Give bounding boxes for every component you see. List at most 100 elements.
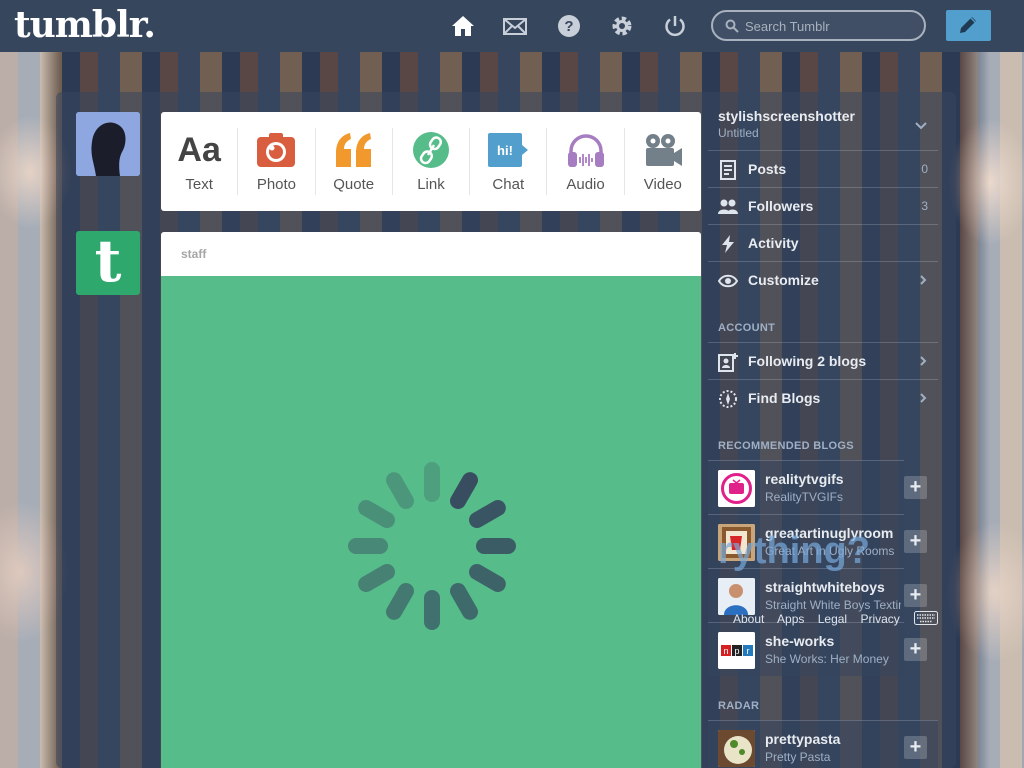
post-quote-button[interactable]: Quote xyxy=(316,128,393,195)
chat-icon: hi! xyxy=(470,130,546,170)
post-type-label: Quote xyxy=(333,176,375,193)
sidebar-item-label: Posts xyxy=(748,161,787,177)
footer-link-about[interactable]: About xyxy=(733,612,764,626)
loading-spinner-icon xyxy=(348,462,516,630)
spinner-spoke xyxy=(469,500,506,528)
svg-text:n: n xyxy=(723,646,728,656)
post-text-button[interactable]: Aa Text xyxy=(161,128,239,195)
account-heading: ACCOUNT xyxy=(718,322,776,334)
sidebar-item-find-blogs[interactable]: Find Blogs xyxy=(708,379,938,416)
spinner-spoke xyxy=(424,462,440,502)
recommended-blog[interactable]: npr she-works She Works: Her Money xyxy=(708,622,904,676)
blog-name: realitytvgifs xyxy=(765,471,844,487)
sidebar-item-following[interactable]: Following 2 blogs xyxy=(708,342,938,379)
tumblr-logo[interactable]: tumblr. xyxy=(14,4,156,46)
video-camera-icon xyxy=(625,130,701,170)
post-chat-button[interactable]: hi! Chat xyxy=(470,128,548,195)
sidebar-item-label: Activity xyxy=(748,235,799,251)
spinner-spoke xyxy=(450,472,478,509)
keyboard-icon[interactable] xyxy=(914,611,938,625)
blog-name: prettypasta xyxy=(765,731,841,747)
footer-links: About Apps Legal Privacy xyxy=(733,612,910,626)
blog-title: Straight White Boys Texting xyxy=(765,598,901,612)
gear-icon[interactable] xyxy=(610,14,634,38)
sidebar-item-customize[interactable]: Customize xyxy=(708,261,938,298)
post-photo-button[interactable]: Photo xyxy=(238,128,316,195)
svg-text:p: p xyxy=(734,646,739,656)
spinner-spoke xyxy=(424,590,440,630)
npr-logo-icon: npr xyxy=(718,632,755,669)
spinner-spoke xyxy=(386,583,414,620)
chevron-right-icon xyxy=(920,356,927,366)
chevron-right-icon xyxy=(920,393,927,403)
post-audio-button[interactable]: Audio xyxy=(547,128,625,195)
post-author[interactable]: staff xyxy=(161,232,701,276)
blog-avatar xyxy=(718,470,755,507)
post-link-button[interactable]: Link xyxy=(393,128,471,195)
help-icon[interactable]: ? xyxy=(557,14,581,38)
sidebar-item-label: Find Blogs xyxy=(748,390,821,406)
dashboard-post: staff xyxy=(161,232,701,768)
search-input[interactable] xyxy=(745,17,915,35)
blog-title: RealityTVGIFs xyxy=(765,490,844,504)
post-type-label: Link xyxy=(417,176,445,193)
power-icon[interactable] xyxy=(663,14,687,38)
posts-icon xyxy=(720,160,736,180)
chevron-down-icon[interactable] xyxy=(914,119,928,133)
sidebar-item-followers[interactable]: Followers 3 xyxy=(708,187,938,224)
follow-button[interactable]: + xyxy=(904,476,927,499)
person-photo-icon xyxy=(718,578,755,615)
footer-link-apps[interactable]: Apps xyxy=(777,612,804,626)
spinner-spoke xyxy=(358,564,395,592)
footer-link-privacy[interactable]: Privacy xyxy=(860,612,899,626)
sidebar-item-activity[interactable]: Activity xyxy=(708,224,938,261)
blog-name: straightwhiteboys xyxy=(765,579,885,595)
eye-icon xyxy=(718,274,738,288)
radar-heading: RADAR xyxy=(718,700,760,712)
posts-count: 0 xyxy=(921,162,928,176)
mail-icon[interactable] xyxy=(503,14,527,38)
top-navigation: tumblr. ? xyxy=(0,0,1024,52)
tv-icon xyxy=(718,470,755,507)
spinner-spoke xyxy=(469,564,506,592)
blog-avatar xyxy=(718,730,755,767)
post-type-label: Text xyxy=(185,176,213,193)
post-type-bar: Aa Text Photo Quote Link hi! Chat Audio xyxy=(161,112,701,211)
footer-link-legal[interactable]: Legal xyxy=(818,612,847,626)
follow-button[interactable]: + xyxy=(904,530,927,553)
post-type-label: Chat xyxy=(492,176,525,193)
compose-button[interactable] xyxy=(946,10,991,41)
tumblr-t-logo: t xyxy=(94,231,122,295)
follow-button[interactable]: + xyxy=(904,638,927,661)
staff-avatar[interactable]: t xyxy=(76,231,140,295)
blog-subtitle: Untitled xyxy=(718,126,759,140)
home-icon[interactable] xyxy=(451,14,475,38)
sidebar-item-posts[interactable]: Posts 0 xyxy=(708,150,938,187)
blog-name[interactable]: stylishscreenshotter xyxy=(718,108,855,124)
quote-icon xyxy=(316,130,392,170)
follow-button[interactable]: + xyxy=(904,736,927,759)
blog-name: she-works xyxy=(765,633,835,649)
blog-avatar: npr xyxy=(718,632,755,669)
sidebar-item-label: Customize xyxy=(748,272,819,288)
svg-text:r: r xyxy=(747,646,750,656)
sidebar-item-label: Followers xyxy=(748,198,814,214)
recommended-blog[interactable]: realitytvgifs RealityTVGIFs xyxy=(708,460,904,514)
spinner-spoke xyxy=(358,500,395,528)
search-box[interactable] xyxy=(711,10,926,41)
followers-icon xyxy=(718,199,738,214)
text-icon: Aa xyxy=(177,130,221,169)
sidebar-item-label: Following 2 blogs xyxy=(748,353,867,369)
follow-button[interactable]: + xyxy=(904,584,927,607)
link-icon xyxy=(393,130,469,170)
pasta-photo-icon xyxy=(718,730,755,767)
spinner-spoke xyxy=(450,583,478,620)
followers-count: 3 xyxy=(921,199,928,213)
spinner-spoke xyxy=(348,538,388,554)
blog-title: She Works: Her Money xyxy=(765,652,889,666)
compass-icon xyxy=(719,390,737,408)
user-avatar[interactable] xyxy=(76,112,140,176)
following-icon xyxy=(718,353,738,372)
post-type-label: Video xyxy=(643,176,682,193)
post-video-button[interactable]: Video xyxy=(625,128,701,195)
